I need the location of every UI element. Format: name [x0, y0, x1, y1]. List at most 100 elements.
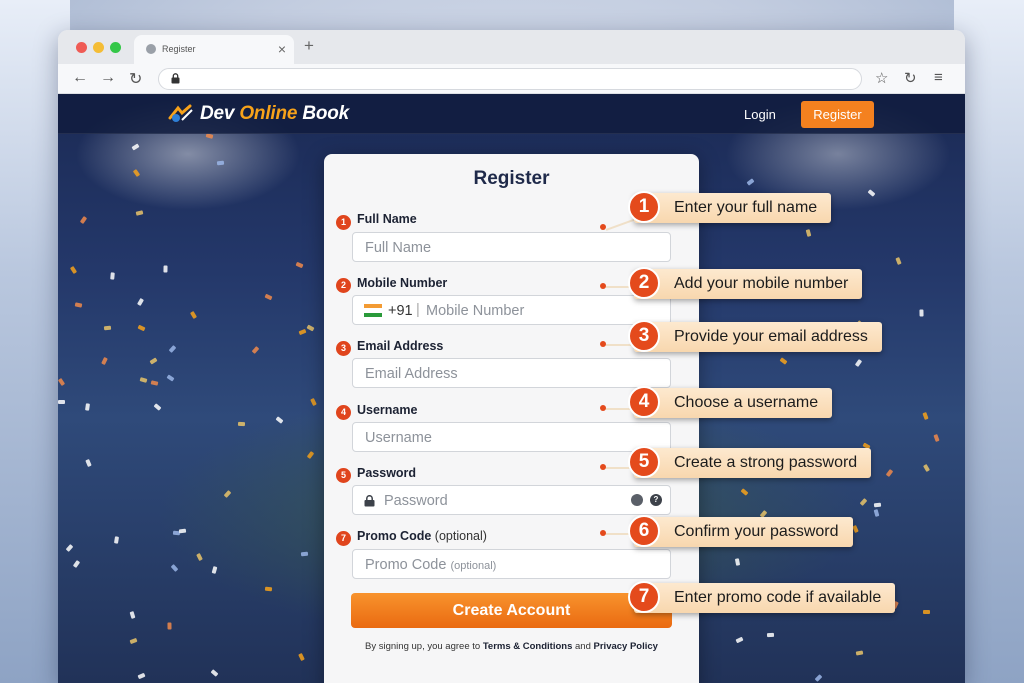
- confetti-piece: [859, 498, 867, 507]
- mobile-number-placeholder: Mobile Number: [426, 303, 525, 319]
- confetti-piece: [922, 610, 930, 615]
- back-icon[interactable]: ←: [72, 69, 88, 87]
- terms-text: By signing up, you agree to Terms & Cond…: [324, 641, 699, 652]
- email-label: Email Address: [357, 339, 444, 353]
- promo-placeholder-note: (optional): [450, 560, 497, 572]
- email-placeholder: Email Address: [365, 366, 458, 382]
- full-name-input[interactable]: Full Name: [352, 232, 671, 262]
- step-badge: 5: [336, 468, 351, 483]
- mobile-number-input[interactable]: +91 | Mobile Number: [352, 295, 671, 325]
- callout-username: 4 Choose a username: [628, 386, 833, 418]
- confetti-piece: [735, 636, 744, 644]
- email-input[interactable]: Email Address: [352, 358, 671, 388]
- callout-number: 1: [628, 191, 660, 223]
- confetti-piece: [237, 421, 246, 426]
- promo-placeholder-text: Promo Code: [365, 557, 447, 573]
- tab-title: Register: [162, 44, 196, 54]
- page-content: Dev Online Book Login Register Register …: [58, 94, 965, 683]
- confetti-piece: [295, 261, 304, 269]
- confetti-piece: [75, 302, 83, 308]
- confetti-piece: [137, 672, 146, 680]
- register-button[interactable]: Register: [801, 101, 874, 128]
- confetti-piece: [867, 189, 876, 197]
- confetti-piece: [805, 229, 812, 238]
- confetti-piece: [746, 177, 755, 186]
- help-icon[interactable]: ?: [650, 494, 662, 506]
- confetti-piece: [129, 637, 138, 644]
- callout-text: Enter your full name: [674, 199, 818, 216]
- confetti-piece: [149, 357, 158, 365]
- confetti-piece: [70, 265, 78, 274]
- show-password-icon[interactable]: [631, 494, 643, 506]
- menu-icon[interactable]: ≡: [934, 69, 943, 86]
- browser-tab[interactable]: Register ×: [134, 35, 294, 64]
- refresh-icon[interactable]: ↻: [904, 69, 917, 87]
- terms-prefix: By signing up, you agree to: [365, 641, 483, 652]
- confetti-piece: [150, 380, 159, 386]
- close-window-button[interactable]: [76, 42, 87, 53]
- confetti-piece: [131, 143, 140, 151]
- tab-close-icon[interactable]: ×: [278, 41, 286, 57]
- forward-icon[interactable]: →: [100, 69, 116, 87]
- username-placeholder: Username: [365, 430, 432, 446]
- login-link[interactable]: Login: [744, 107, 776, 122]
- confetti-piece: [275, 416, 284, 425]
- promo-code-input[interactable]: Promo Code (optional): [352, 549, 671, 579]
- terms-and: and: [572, 641, 594, 652]
- callout-mobile: 2 Add your mobile number: [628, 267, 863, 299]
- create-account-button[interactable]: Create Account: [351, 593, 672, 628]
- minimize-window-button[interactable]: [93, 42, 104, 53]
- confetti-piece: [309, 398, 317, 407]
- country-code[interactable]: +91: [388, 303, 413, 319]
- terms-link[interactable]: Terms & Conditions: [483, 641, 573, 652]
- username-label: Username: [357, 403, 418, 417]
- username-input[interactable]: Username: [352, 422, 671, 452]
- callout-number: 3: [628, 320, 660, 352]
- password-input[interactable]: Password ?: [352, 485, 671, 515]
- callout-leader: [604, 467, 632, 469]
- callout-text: Provide your email address: [674, 328, 868, 345]
- step-badge: 1: [336, 215, 351, 230]
- reload-icon[interactable]: ↻: [129, 69, 142, 89]
- confetti-piece: [855, 650, 864, 656]
- callout-number: 4: [628, 386, 660, 418]
- brand-book: Book: [297, 103, 350, 124]
- confetti-piece: [740, 487, 749, 496]
- callout-number: 5: [628, 446, 660, 478]
- confetti-piece: [84, 459, 92, 468]
- confetti-piece: [298, 328, 307, 336]
- confetti-piece: [153, 402, 162, 411]
- callout-text: Add your mobile number: [674, 275, 849, 292]
- confetti-piece: [873, 508, 880, 517]
- browser-window: Register × + ← → ↻ ☆ ↻ ≡ Dev Online Book…: [58, 30, 965, 683]
- privacy-link[interactable]: Privacy Policy: [594, 641, 658, 652]
- password-placeholder: Password: [384, 493, 448, 509]
- promo-code-label: Promo Code (optional): [357, 529, 487, 543]
- bookmark-star-icon[interactable]: ☆: [875, 69, 888, 87]
- callout-leader-dot: [600, 405, 606, 411]
- callout-number: 6: [628, 515, 660, 547]
- brand-name[interactable]: Dev Online Book: [200, 103, 349, 125]
- confetti-piece: [766, 632, 774, 637]
- confetti-piece: [79, 216, 88, 225]
- callout-text: Choose a username: [674, 394, 819, 411]
- confetti-piece: [815, 674, 823, 683]
- step-badge: 3: [336, 341, 351, 356]
- confetti-piece: [163, 265, 168, 273]
- callout-text: Create a strong password: [674, 454, 858, 471]
- callout-number: 2: [628, 267, 660, 299]
- brand-online: Online: [239, 103, 298, 124]
- step-badge: 4: [336, 405, 351, 420]
- confetti-piece: [58, 399, 66, 404]
- confetti-piece: [205, 133, 214, 140]
- logo-icon: [168, 104, 193, 122]
- address-bar[interactable]: [158, 68, 862, 90]
- promo-label-note: (optional): [434, 529, 487, 543]
- promo-code-placeholder: Promo Code (optional): [365, 557, 496, 573]
- confetti-piece: [211, 565, 218, 574]
- callout-password: 5 Create a strong password: [628, 446, 872, 478]
- maximize-window-button[interactable]: [110, 42, 121, 53]
- confetti-piece: [129, 611, 136, 619]
- confetti-piece: [132, 169, 140, 178]
- new-tab-button[interactable]: +: [304, 36, 314, 56]
